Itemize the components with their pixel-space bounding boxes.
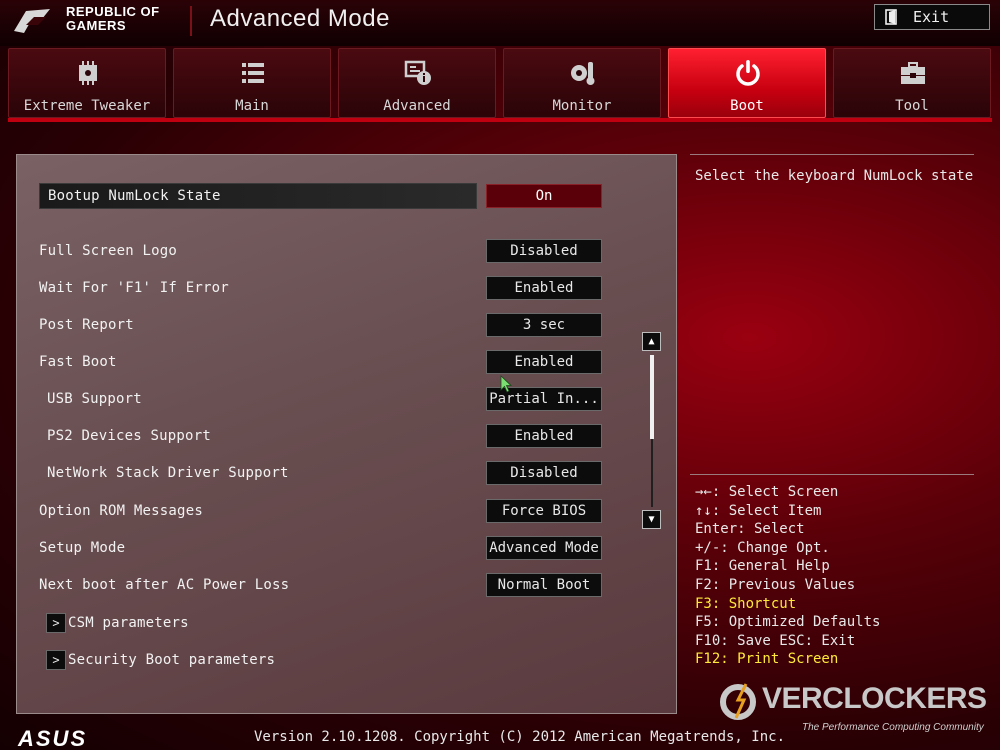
footer-bar: ASUS Version 2.10.1208. Copyright (C) 20… [0, 720, 1000, 750]
power-icon [736, 60, 760, 86]
tab-extreme-tweaker[interactable]: Extreme Tweaker [8, 48, 166, 118]
setting-value-option-rom[interactable]: Force BIOS [486, 499, 602, 523]
tab-advanced[interactable]: Advanced [338, 48, 496, 118]
chevron-right-icon: > [46, 650, 66, 670]
overclockers-o-icon [720, 683, 756, 720]
rog-eye-logo-icon [14, 9, 50, 33]
scroll-down-button[interactable]: ▼ [642, 510, 661, 529]
setting-label: NetWork Stack Driver Support [47, 465, 289, 481]
setting-value-wait-f1[interactable]: Enabled [486, 276, 602, 300]
setting-value-next-boot-ac[interactable]: Normal Boot [486, 573, 602, 597]
help-top-divider [690, 154, 974, 155]
exit-button[interactable]: Exit [874, 4, 990, 30]
page-title: Advanced Mode [210, 5, 390, 32]
settings-panel: Bootup NumLock State On Full Screen Logo… [16, 154, 677, 714]
setting-label: Fast Boot [39, 354, 117, 370]
exit-label: Exit [913, 8, 950, 26]
tweaker-icon [79, 61, 97, 85]
help-description: Select the keyboard NumLock state [695, 168, 974, 184]
brand-text: REPUBLIC OF GAMERS [66, 4, 160, 33]
setting-label: Setup Mode [39, 540, 126, 556]
key-legend: →←: Select Screen ↑↓: Select Item Enter:… [695, 483, 880, 669]
scrollbar-thumb[interactable] [650, 355, 654, 439]
setting-value-bootup-numlock[interactable]: On [486, 184, 602, 208]
setting-label: Option ROM Messages [39, 503, 203, 519]
key-legend-item: →←: Select Screen [695, 484, 839, 500]
key-legend-item: ↑↓: Select Item [695, 502, 822, 519]
setting-value-setup-mode[interactable]: Advanced Mode [486, 536, 602, 560]
watermark-name: VERCLOCKERS [762, 682, 987, 715]
monitor-icon [571, 62, 595, 85]
list-icon [242, 63, 264, 83]
key-legend-item: F10: Save ESC: Exit [695, 632, 856, 649]
advanced-icon [404, 60, 431, 85]
exit-door-icon [885, 9, 897, 25]
tab-label: Extreme Tweaker [23, 98, 151, 114]
tab-label: Monitor [552, 98, 612, 114]
setting-label: Full Screen Logo [39, 243, 178, 259]
tab-main[interactable]: Main [173, 48, 331, 118]
key-legend-item: F5: Optimized Defaults [695, 614, 881, 631]
scroll-up-button[interactable]: ▲ [642, 332, 661, 351]
setting-value-full-screen-logo[interactable]: Disabled [486, 239, 602, 263]
main-tabs: Extreme Tweaker Main Advanced Monitor Bo… [8, 48, 992, 120]
setting-value-network-stack[interactable]: Disabled [486, 461, 602, 485]
key-legend-item-shortcut[interactable]: F3: Shortcut [695, 595, 880, 614]
setting-label: Next boot after AC Power Loss [39, 577, 290, 593]
help-keys-divider [690, 474, 974, 475]
setting-value-ps2-devices[interactable]: Enabled [486, 424, 602, 448]
version-text: Version 2.10.1208. Copyright (C) 2012 Am… [254, 729, 786, 745]
setting-label: PS2 Devices Support [47, 428, 211, 444]
chevron-right-icon: > [46, 613, 66, 633]
key-legend-item-print-screen[interactable]: F12: Print Screen [695, 650, 880, 669]
header-bar: REPUBLIC OF GAMERS Advanced Mode Exit [0, 0, 1000, 46]
setting-label: Bootup NumLock State [48, 188, 221, 204]
header-divider [190, 6, 192, 36]
key-legend-item: +/-: Change Opt. [695, 539, 830, 556]
setting-value-post-report[interactable]: 3 sec [486, 313, 602, 337]
setting-label: Wait For 'F1' If Error [39, 280, 229, 296]
setting-label: USB Support [47, 391, 142, 407]
key-legend-item: Enter: Select [695, 521, 805, 538]
submenu-csm-parameters[interactable]: > CSM parameters [46, 610, 608, 636]
mouse-cursor-icon [500, 375, 512, 393]
asus-logo: ASUS [18, 726, 88, 750]
tab-label: Boot [730, 98, 764, 114]
tab-label: Advanced [383, 98, 451, 114]
submenu-label: Security Boot parameters [68, 652, 276, 668]
toolbox-icon [901, 62, 925, 84]
tab-tool[interactable]: Tool [833, 48, 991, 118]
key-legend-item: F2: Previous Values [695, 576, 856, 593]
tab-label: Tool [895, 98, 929, 114]
setting-row-bootup-numlock[interactable]: Bootup NumLock State [39, 183, 477, 209]
submenu-label: CSM parameters [68, 615, 189, 631]
key-legend-item: F1: General Help [695, 558, 830, 575]
tab-monitor[interactable]: Monitor [503, 48, 661, 118]
tab-boot[interactable]: Boot [668, 48, 826, 118]
setting-label: Post Report [39, 317, 134, 333]
tab-label: Main [235, 98, 269, 114]
tab-underline [8, 118, 992, 122]
submenu-security-boot[interactable]: > Security Boot parameters [46, 647, 608, 673]
setting-value-fast-boot[interactable]: Enabled [486, 350, 602, 374]
